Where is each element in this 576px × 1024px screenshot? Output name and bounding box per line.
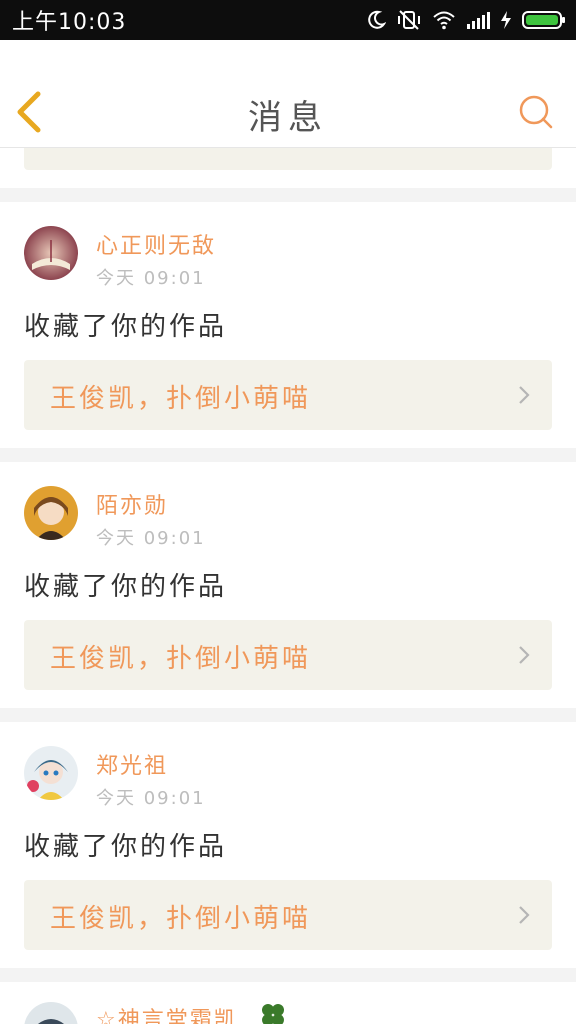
user-name[interactable]: 郑光祖: [96, 748, 168, 780]
avatar[interactable]: [24, 226, 78, 280]
moon-icon: [368, 10, 386, 29]
work-title: 王俊凯，扑倒小萌喵: [50, 644, 312, 674]
user-name[interactable]: 心正则无敌: [96, 228, 216, 260]
list-item: 郑光祖 今天 09:01 收藏了你的作品 王俊凯，扑倒小萌喵: [0, 722, 576, 968]
message-action: 收藏了你的作品: [24, 832, 228, 862]
signal-icon: [467, 12, 490, 29]
list-item: ☆神言堂霜凯: [0, 982, 576, 1024]
search-icon[interactable]: [518, 94, 554, 130]
status-icons: [366, 9, 566, 31]
battery-icon: [522, 11, 565, 29]
avatar[interactable]: [24, 746, 78, 800]
charging-icon: [501, 11, 511, 29]
message-time: 今天 09:01: [96, 788, 206, 809]
page-title: 消息: [248, 98, 328, 138]
work-link[interactable]: [24, 148, 552, 170]
user-name[interactable]: ☆神言堂霜凯: [96, 1002, 238, 1024]
chevron-right-icon: [519, 386, 530, 404]
message-time: 今天 09:01: [96, 268, 206, 289]
work-link[interactable]: 王俊凯，扑倒小萌喵: [24, 880, 552, 950]
message-action: 收藏了你的作品: [24, 312, 228, 342]
message-list: 心正则无敌 今天 09:01 收藏了你的作品 王俊凯，扑倒小萌喵 陌亦勋 今天 …: [0, 148, 576, 1024]
work-link[interactable]: 王俊凯，扑倒小萌喵: [24, 620, 552, 690]
avatar[interactable]: [24, 486, 78, 540]
avatar[interactable]: [24, 1002, 78, 1024]
work-title: 王俊凯，扑倒小萌喵: [50, 904, 312, 934]
list-item: 心正则无敌 今天 09:01 收藏了你的作品 王俊凯，扑倒小萌喵: [0, 202, 576, 448]
list-item-partial-top: [0, 148, 576, 188]
chevron-right-icon: [519, 906, 530, 924]
clover-icon: [262, 1004, 284, 1024]
user-name[interactable]: 陌亦勋: [96, 488, 168, 520]
header: 消息: [0, 40, 576, 148]
status-bar: 上午10:03: [0, 0, 576, 40]
message-time: 今天 09:01: [96, 528, 206, 549]
work-title: 王俊凯，扑倒小萌喵: [50, 384, 312, 414]
list-item: 陌亦勋 今天 09:01 收藏了你的作品 王俊凯，扑倒小萌喵: [0, 462, 576, 708]
wifi-icon: [433, 11, 455, 30]
vibrate-off-icon: [398, 10, 420, 30]
status-time: 上午10:03: [12, 10, 127, 35]
message-action: 收藏了你的作品: [24, 572, 228, 602]
work-link[interactable]: 王俊凯，扑倒小萌喵: [24, 360, 552, 430]
chevron-right-icon: [519, 646, 530, 664]
